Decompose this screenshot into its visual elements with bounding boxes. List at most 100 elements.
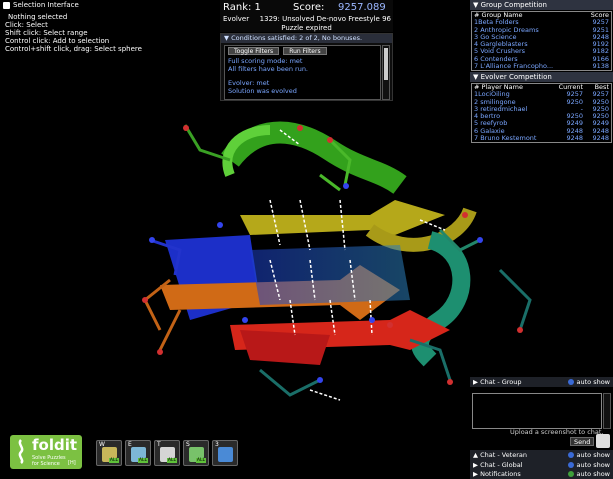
player-current-score: 9250 [566,97,583,106]
group-competition-table: # Group Name Score 1Beta Folders 9257 2 An… [471,11,612,72]
table-row[interactable]: 7 L'Alliance Francopho... 9138 [472,62,611,71]
condition-line: Solution was evolved [228,86,297,95]
table-row[interactable]: 4 bertro 9250 9250 [472,112,611,121]
selection-interface-title: Selection Interface [13,1,79,9]
player-name: 7 Bruno Kestemont [474,135,537,143]
move-arrows-tool-button[interactable]: 3 [212,440,238,466]
selection-interface-panel: Selection Interface Nothing selected Cli… [0,0,216,60]
evolver-competition-header[interactable]: ▼ Evolver Competition [470,72,613,82]
shake-tool-button[interactable]: E ALL [125,440,151,466]
group-name: 1Beta Folders [474,19,519,27]
score-panel: Rank: 1 Score: 9257.089 Evolver 1329: Un… [220,0,393,32]
table-header-row: # Group Name Score [472,11,611,19]
auto-show-toggle[interactable]: auto show [577,469,613,479]
table-row[interactable]: 2 smilingone 9250 9250 [472,97,611,106]
group-name: 3 Go Science [474,33,517,41]
table-row[interactable]: 7 Bruno Kestemont 9248 9248 [472,134,611,143]
wiggle-tool-button[interactable]: W ALL [96,440,122,466]
conditions-header-text: Conditions satisfied: 2 of 2, No bonuses… [231,34,363,42]
group-competition-panel: ▼ Group Competition # Group Name Score 1… [470,0,613,73]
rank-label: Rank: 1 [223,2,261,13]
score-value: 9257.089 [338,2,386,13]
tweak-tool-button[interactable]: T ALL [154,440,180,466]
ribbon-icon [18,439,24,464]
puzzle-name: 1329: Unsolved De-novo Freestyle 96 [259,15,391,23]
table-row[interactable]: 2 Anthropic Dreams 9251 [472,26,611,34]
group-name: 6 Contenders [474,55,518,63]
logo-hotkey: [H] [68,460,76,466]
group-competition-header[interactable]: ▼ Group Competition [470,0,613,10]
group-name: 5 Void Crushers [474,48,526,56]
group-score: 9138 [592,62,609,71]
player-name: 6 Galaxie [474,127,505,135]
mode-label: Evolver [223,15,250,23]
run-filters-button[interactable]: Run Filters [283,47,327,55]
group-name: 7 L'Alliance Francopho... [474,63,554,71]
player-best-score: 9248 [592,134,609,143]
player-name: 5 reefyrob [474,120,508,128]
info-icon[interactable] [567,471,574,477]
group-name: 4 Gargleblasters [474,41,528,49]
sidechain-tool-button[interactable]: S ALL [183,440,209,466]
table-row[interactable]: 4 Gargleblasters 9192 [472,40,611,49]
foldit-logo[interactable]: foldit Solve Puzzles for Science [H] [10,435,82,469]
condition-line: All filters have been run. [228,64,308,73]
toggle-filters-button[interactable]: Toggle Filters [228,47,280,55]
info-icon[interactable] [567,462,574,468]
screenshot-icon[interactable] [596,434,610,448]
column-header: # Player Name [474,84,523,91]
scroll-thumb[interactable] [384,48,388,80]
notifications-label: Notifications [480,470,521,478]
chat-veteran-header[interactable]: ▲ Chat - Veteran auto show [470,450,613,460]
chat-veteran-label: Chat - Veteran [480,451,528,459]
auto-show-toggle[interactable]: auto show [577,450,613,460]
puzzle-status: Puzzle expired [281,24,332,32]
evolver-competition-table: # Player Name Current Best 1LociOiling 92… [471,83,612,144]
all-badge: ALL [108,458,119,463]
logo-brand: foldit [32,436,78,454]
chat-group-label: Chat - Group [480,378,522,386]
player-name: 4 bertro [474,113,501,121]
column-header: # Group Name [474,12,523,19]
conditions-text: Full scoring mode: met All filters have … [225,56,380,97]
chat-scrollbar[interactable] [603,393,611,429]
send-button[interactable]: Send [570,437,595,446]
logo-tagline: Solve Puzzles for Science [32,455,66,467]
move-arrows-icon [218,447,233,462]
chat-message-area[interactable] [472,393,602,429]
conditions-panel: ▼ Conditions satisfied: 2 of 2, No bonus… [220,33,393,101]
selection-help-lines: Nothing selected Click: Select Shift cli… [3,13,213,53]
evolver-competition-title: Evolver Competition [480,73,552,81]
all-badge: ALL [166,458,177,463]
table-row[interactable]: 6 Galaxie 9248 9248 [472,127,611,135]
table-row[interactable]: 3 retiredmichael -9250 [472,105,611,113]
all-badge: ALL [137,458,148,463]
conditions-scrollbar[interactable] [382,45,390,100]
table-row[interactable]: 3 Go Science 9248 [472,33,611,41]
table-row[interactable]: 1LociOiling 9257 9257 [472,90,611,98]
selection-icon [3,1,10,9]
conditions-header[interactable]: ▼ Conditions satisfied: 2 of 2, No bonus… [221,34,392,43]
info-icon[interactable] [567,379,574,385]
table-header-row: # Player Name Current Best [472,83,611,91]
selection-help-line: Control+shift click, drag: Select sphere [5,45,142,53]
conditions-body: Toggle Filters Run Filters Full scoring … [224,45,381,100]
logo-tagline-2: for Science [32,460,60,467]
score-label: Score: [293,2,325,13]
info-icon[interactable] [567,452,574,458]
upload-screenshot-note[interactable]: Upload a screenshot to chat. [510,428,603,436]
table-row[interactable]: 6 Contenders 9166 [472,55,611,63]
evolver-competition-panel: ▼ Evolver Competition # Player Name Curr… [470,72,613,145]
table-row[interactable]: 5 reefyrob 9249 9249 [472,120,611,128]
all-badge: ALL [195,458,206,463]
selection-interface-header: Selection Interface [3,1,213,9]
chat-global-label: Chat - Global [480,461,523,469]
auto-show-toggle[interactable]: auto show [577,377,613,387]
player-current-score: 9248 [566,134,583,143]
selection-help-line: Shift click: Select range [5,29,88,37]
table-row[interactable]: 5 Void Crushers 9182 [472,48,611,56]
selection-help-line: Click: Select [5,21,48,29]
chat-group-header[interactable]: ▶ Chat - Group auto show [470,377,613,387]
notifications-header[interactable]: ▶ Notifications auto show [470,469,613,479]
table-row[interactable]: 1Beta Folders 9257 [472,18,611,27]
